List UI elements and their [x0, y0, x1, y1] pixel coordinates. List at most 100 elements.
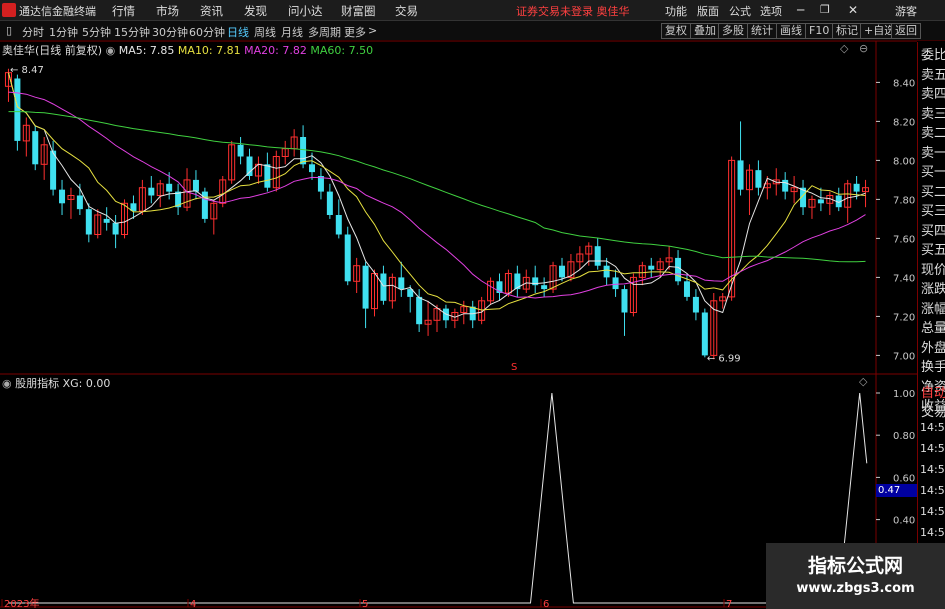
trade-time: 14:56 [920, 526, 945, 539]
period-multi[interactable]: 多周期 [308, 24, 341, 40]
watermark: 指标公式网 www.zbgs3.com [766, 543, 945, 609]
candle-body-down [853, 183, 860, 192]
menu-item-quotes[interactable]: 行情 [112, 3, 135, 19]
menu-item-wealth[interactable]: 财富圈 [341, 3, 376, 19]
ma5-line [8, 72, 866, 318]
period-60min[interactable]: 60分钟 [189, 24, 225, 40]
candle-body-down [326, 191, 333, 215]
quote-side-panel: 委比 卖五 卖四 卖三 卖二 卖一 买一 买二 买三 买四 买五 现价 涨跌 涨幅 总量 外盘 换手 净资 收益 自动… [917, 42, 945, 609]
period-daily[interactable]: 日线 [227, 24, 249, 40]
ma20-line [8, 91, 866, 299]
indicator-tick-label: 0.60 [893, 473, 915, 484]
candle-body-down [59, 189, 66, 204]
price-tick-label: 7.80 [893, 195, 915, 206]
candle-body-down [166, 183, 173, 192]
candle-body-down [14, 78, 21, 141]
candle-body-down [398, 277, 405, 290]
period-weekly[interactable]: 周线 [254, 24, 276, 40]
candle-body-down [701, 312, 708, 356]
minimize-icon[interactable]: ─ [797, 3, 804, 17]
candle-body-down [558, 265, 565, 278]
period-intraday[interactable]: 分时 [22, 24, 44, 40]
quote-label: 买四 [921, 223, 945, 239]
period-monthly[interactable]: 月线 [281, 24, 303, 40]
indicator-current-value: 0.47 [876, 484, 917, 497]
candle-body-down [782, 179, 789, 192]
period-more[interactable]: 更多 [344, 24, 366, 40]
login-notice[interactable]: 证券交易未登录 奥佳华 [516, 3, 630, 19]
close-icon[interactable]: ✕ [848, 3, 858, 17]
candle-body-down [103, 218, 110, 223]
tool-overlay[interactable]: 叠加 [690, 23, 720, 39]
quote-label: 卖五 [921, 67, 945, 83]
price-tick-label: 7.00 [893, 351, 915, 362]
kline-chart[interactable]: 8.40 8.20 8.00 7.80 7.60 7.40 7.20 7.00 ← 8.47 ← … [0, 41, 917, 609]
low-price-label: ← 6.99 [707, 353, 741, 364]
menu-layout[interactable]: 版面 [697, 3, 719, 19]
price-tick-label: 8.20 [893, 117, 915, 128]
quote-label: 涨幅 [921, 301, 945, 317]
menu-item-ask[interactable]: 问小达 [288, 3, 323, 19]
guest-label[interactable]: 游客 [895, 3, 917, 19]
period-30min[interactable]: 30分钟 [152, 24, 188, 40]
trade-label[interactable]: 交易 [921, 401, 945, 420]
menu-item-market[interactable]: 市场 [156, 3, 179, 19]
restore-icon[interactable]: ❐ [820, 3, 830, 16]
menu-item-discover[interactable]: 发现 [244, 3, 267, 19]
indicator-tick-label: 0.40 [893, 516, 915, 527]
quote-label: 买五 [921, 243, 945, 258]
tool-adjust[interactable]: 复权 [661, 23, 691, 39]
tool-stats[interactable]: 统计 [747, 23, 777, 39]
quote-label: 换手 [921, 360, 945, 375]
indicator-tick-label: 1.00 [893, 389, 915, 400]
candle-body-down [148, 187, 155, 196]
chevron-right-icon[interactable]: > [368, 24, 377, 37]
price-tick-label: 7.40 [893, 273, 915, 284]
trade-time: 14:56 [920, 421, 945, 434]
candle-body-down [237, 144, 244, 157]
trade-time: 14:56 [920, 505, 945, 518]
quote-label: 买一 [921, 165, 945, 180]
tool-multi-stock[interactable]: 多股 [718, 23, 748, 39]
menu-formula[interactable]: 公式 [729, 3, 751, 19]
candle-body-down [648, 265, 655, 270]
tool-f10[interactable]: F10 [805, 23, 834, 39]
quote-label: 卖二 [921, 126, 945, 141]
quote-label: 卖四 [921, 87, 945, 102]
candle-body-down [32, 131, 39, 165]
ma10-line [8, 72, 866, 311]
auto-label[interactable]: 自动 [921, 382, 945, 401]
app-logo-icon [2, 3, 16, 17]
candle-body-down [362, 265, 369, 309]
period-5min[interactable]: 5分钟 [82, 24, 111, 40]
candle-body-down [112, 222, 119, 235]
candle-body-down [612, 277, 619, 290]
indicator-tick-label: 0.80 [893, 431, 915, 442]
candle-body-down [541, 285, 548, 290]
period-1min[interactable]: 1分钟 [49, 24, 78, 40]
menu-function[interactable]: 功能 [665, 3, 687, 19]
quote-label: 涨跌 [921, 282, 945, 297]
candle-body-down [85, 209, 92, 235]
tool-back[interactable]: 返回 [891, 23, 921, 39]
menu-options[interactable]: 选项 [760, 3, 782, 19]
candle-body-down [692, 296, 699, 313]
candle-body-down [300, 137, 307, 165]
quote-label: 现价 [921, 262, 945, 278]
quote-label: 买二 [921, 184, 945, 200]
watermark-title: 指标公式网 [807, 555, 903, 577]
tool-draw[interactable]: 画线 [776, 23, 806, 39]
app-title: 通达信金融终端 [19, 5, 96, 18]
menu-item-trade[interactable]: 交易 [395, 3, 418, 19]
period-15min[interactable]: 15分钟 [114, 24, 150, 40]
candle-body-down [737, 160, 744, 190]
candle-body-down [416, 296, 423, 325]
tool-mark[interactable]: 标记 [832, 23, 862, 39]
candle-body-down [335, 215, 342, 235]
candle-body-down [817, 199, 824, 204]
menu-grid-icon[interactable]: ▯ [6, 24, 12, 37]
candle-body-down [621, 289, 628, 313]
quote-label: 卖一 [921, 145, 945, 161]
quote-label: 卖三 [921, 106, 945, 122]
menu-item-news[interactable]: 资讯 [200, 3, 223, 19]
